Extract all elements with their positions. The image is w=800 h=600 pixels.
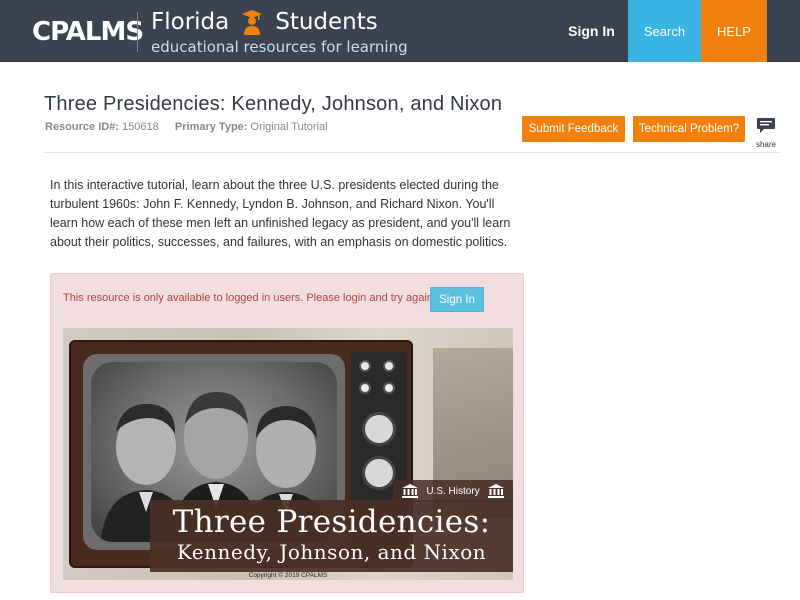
banner-title: Three Presidencies: — [172, 504, 491, 540]
resource-id-value: 150618 — [122, 121, 159, 133]
title-divider — [44, 152, 780, 153]
banner-subtitle: Kennedy, Johnson, and Nixon — [176, 540, 487, 564]
column-icon — [487, 484, 504, 498]
student-icon — [241, 9, 263, 35]
brand-tagline: educational resources for learning — [151, 38, 408, 56]
banner-copyright: Copyright © 2019 CPALMS — [248, 572, 328, 579]
share-button[interactable]: share — [755, 117, 777, 149]
resource-description: In this interactive tutorial, learn abou… — [50, 178, 511, 249]
nav-search-button[interactable]: Search — [628, 0, 701, 62]
logo-text: CPALMS — [32, 17, 144, 47]
login-required-alert: This resource is only available to logge… — [50, 273, 524, 593]
technical-problem-button[interactable]: Technical Problem? — [633, 116, 745, 142]
banner-title-block: Three Presidencies: Kennedy, Johnson, an… — [150, 500, 513, 572]
submit-feedback-button[interactable]: Submit Feedback — [522, 116, 625, 142]
header-divider — [137, 12, 138, 52]
tutorial-banner-image: U.S. History Three Presidencies: Kennedy… — [63, 328, 513, 580]
resource-id-label: Resource ID#: — [45, 121, 119, 133]
share-icon — [756, 118, 776, 138]
subject-tag-label: U.S. History — [426, 485, 480, 497]
brand-word-students: Students — [275, 9, 378, 35]
primary-type-label: Primary Type: — [174, 121, 248, 133]
column-icon — [402, 484, 419, 498]
resource-meta: Resource ID#: 150618 Primary Type: Origi… — [45, 121, 328, 133]
primary-type-value: Original Tutorial — [250, 121, 328, 133]
nav-sign-in-button[interactable]: Sign In — [555, 0, 628, 62]
nav-help-button[interactable]: HELP — [701, 0, 767, 62]
share-label: share — [755, 140, 776, 149]
alert-sign-in-button[interactable]: Sign In — [430, 287, 484, 312]
brand-word-florida: Florida — [151, 9, 230, 35]
subject-tag: U.S. History — [393, 480, 513, 502]
top-navbar: CPALMS Florida Students educational reso… — [0, 0, 800, 62]
site-brand[interactable]: Florida Students educational resources f… — [151, 8, 408, 56]
page-title: Three Presidencies: Kennedy, Johnson, an… — [44, 93, 503, 115]
alert-message: This resource is only available to logge… — [63, 292, 436, 304]
cpalms-logo[interactable]: CPALMS — [32, 15, 144, 49]
